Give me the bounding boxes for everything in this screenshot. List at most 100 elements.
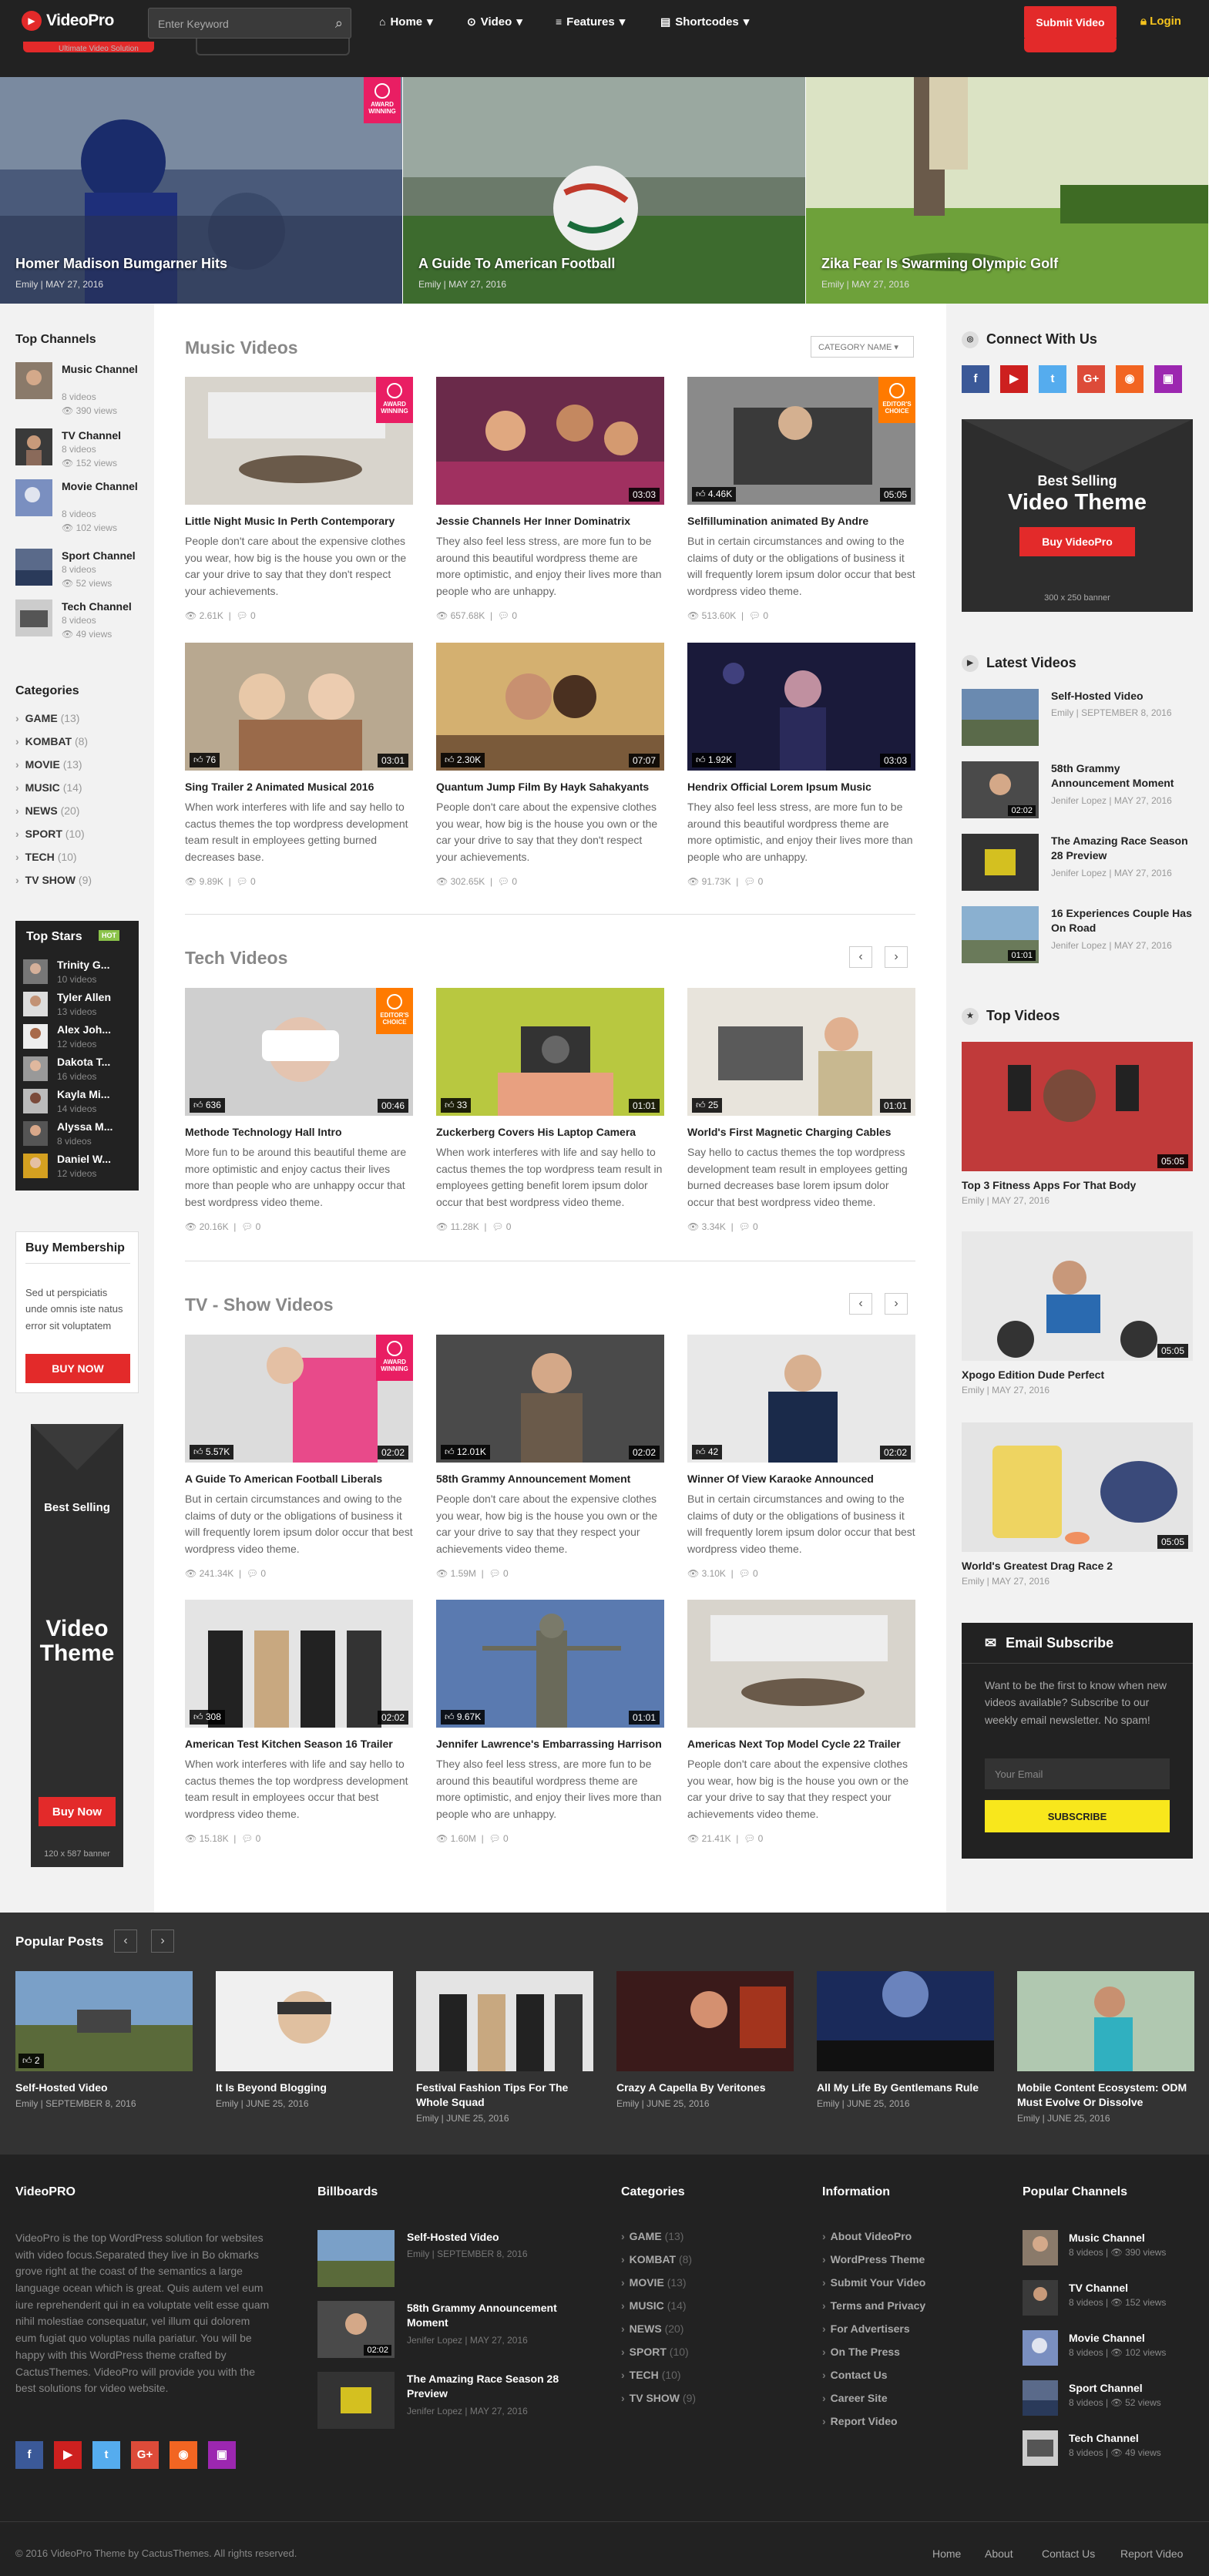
rss-icon[interactable]: ◉	[1116, 365, 1144, 393]
video-thumbnail[interactable]: 👍︎ 76 03:01	[185, 643, 413, 771]
top-video-item[interactable]: 05:05 World's Greatest Drag Race 2 Emily |…	[962, 1422, 1193, 1587]
popular-post[interactable]: It Is Beyond Blogging Emily | JUNE 25, 20…	[216, 1971, 393, 2109]
footer-info-link[interactable]: › WordPress Theme	[822, 2253, 925, 2265]
popular-post[interactable]: Mobile Content Ecosystem: ODM Must Evolv…	[1017, 1971, 1194, 2124]
footer-category-link[interactable]: › GAME (13)	[621, 2230, 683, 2242]
footer-category-link[interactable]: › SPORT (10)	[621, 2346, 689, 2358]
banner-buy-now-button[interactable]: Buy Now	[39, 1797, 116, 1826]
site-logo[interactable]: ▶ VideoPro Ultimate Video Solution	[22, 11, 139, 53]
popular-post[interactable]: 👍︎ 2 Self-Hosted Video Emily | SEPTEMBER 8…	[15, 1971, 193, 2109]
next-arrow-button[interactable]: ›	[151, 1929, 174, 1953]
facebook-icon[interactable]: f	[15, 2441, 43, 2469]
video-card[interactable]: Americas Next Top Model Cycle 22 Trailer…	[687, 1600, 915, 1844]
prev-arrow-button[interactable]: ‹	[114, 1929, 137, 1953]
category-link[interactable]: › TECH (10)	[15, 851, 77, 863]
popular-post[interactable]: Crazy A Capella By Veritones Emily | JUNE…	[616, 1971, 794, 2109]
twitter-icon[interactable]: t	[92, 2441, 120, 2469]
google-plus-icon[interactable]: G+	[131, 2441, 159, 2469]
video-thumbnail[interactable]: 👍︎ 1.92K 03:03	[687, 643, 915, 771]
footer-info-link[interactable]: › On The Press	[822, 2346, 900, 2358]
video-card[interactable]: 👍︎ 42 02:02 Winner Of View Karaoke Announ…	[687, 1335, 915, 1579]
category-link[interactable]: › GAME (13)	[15, 712, 79, 724]
footer-link-home[interactable]: Home	[932, 2547, 961, 2560]
facebook-icon[interactable]: f	[962, 365, 989, 393]
video-thumbnail[interactable]: 03:03	[436, 377, 664, 505]
footer-category-link[interactable]: › TECH (10)	[621, 2369, 681, 2381]
footer-category-link[interactable]: › MOVIE (13)	[621, 2276, 687, 2289]
buy-videopro-button[interactable]: Buy VideoPro	[1019, 527, 1135, 556]
video-thumbnail[interactable]: AWARD WINNING	[185, 377, 413, 505]
vertical-ad-banner[interactable]: Best Selling Video Theme Buy Now 120 x 58…	[31, 1424, 123, 1867]
footer-info-link[interactable]: › About VideoPro	[822, 2230, 912, 2242]
video-thumbnail[interactable]: 👍︎ 25 01:01	[687, 988, 915, 1116]
buy-now-button[interactable]: BUY NOW	[25, 1354, 130, 1383]
video-card[interactable]: 👍︎ 9.67K 01:01 Jennifer Lawrence's Embarr…	[436, 1600, 664, 1844]
video-card[interactable]: 03:03 Jessie Channels Her Inner Dominatr…	[436, 377, 664, 621]
footer-category-link[interactable]: › KOMBAT (8)	[621, 2253, 692, 2265]
footer-info-link[interactable]: › Career Site	[822, 2392, 888, 2404]
submit-video-button[interactable]: Submit Video	[1024, 6, 1117, 39]
category-link[interactable]: › MOVIE (13)	[15, 758, 82, 771]
category-link[interactable]: › SPORT (10)	[15, 828, 85, 840]
footer-category-link[interactable]: › NEWS (20)	[621, 2322, 683, 2335]
youtube-icon[interactable]: ▶	[54, 2441, 82, 2469]
popular-post[interactable]: All My Life By Gentlemans Rule Emily | JU…	[817, 1971, 994, 2109]
hero-slide-3[interactable]: Zika Fear Is Swarming Olympic Golf Emily…	[806, 77, 1208, 304]
search-input[interactable]	[158, 15, 320, 32]
login-link[interactable]: 🔒︎ Login	[1140, 15, 1181, 28]
video-card[interactable]: 👍︎ 25 01:01 World's First Magnetic Chargi…	[687, 988, 915, 1232]
nav-shortcodes[interactable]: ▤ Shortcodes ▾	[660, 15, 749, 29]
footer-category-link[interactable]: › MUSIC (14)	[621, 2299, 687, 2312]
twitch-icon[interactable]: ▣	[1154, 365, 1182, 393]
video-thumbnail[interactable]: 👍︎ 42 02:02	[687, 1335, 915, 1463]
video-thumbnail[interactable]: EDITOR'S CHOICE 👍︎ 636 00:46	[185, 988, 413, 1116]
google-plus-icon[interactable]: G+	[1077, 365, 1105, 393]
search-icon[interactable]: ⌕	[335, 15, 343, 32]
hero-title[interactable]: Homer Madison Bumgarner Hits	[15, 256, 227, 272]
video-thumbnail[interactable]: 👍︎ 2.30K 07:07	[436, 643, 664, 771]
subscribe-button[interactable]: SUBSCRIBE	[985, 1800, 1170, 1832]
hero-slide-1[interactable]: AWARD WINNING Homer Madison Bumgarner Hi…	[0, 77, 402, 304]
video-card[interactable]: AWARD WINNING Little Night Music In Pert…	[185, 377, 413, 621]
footer-link-contact[interactable]: Contact Us	[1042, 2547, 1095, 2560]
category-link[interactable]: › MUSIC (14)	[15, 781, 82, 794]
square-ad-banner[interactable]: Best Selling Video Theme Buy VideoPro 30…	[962, 419, 1193, 612]
video-thumbnail[interactable]: AWARD WINNING 👍︎ 5.57K 02:02	[185, 1335, 413, 1463]
category-link[interactable]: › NEWS (20)	[15, 804, 79, 817]
footer-category-link[interactable]: › TV SHOW (9)	[621, 2392, 696, 2404]
prev-arrow-button[interactable]: ‹	[849, 946, 872, 968]
video-thumbnail[interactable]	[687, 1600, 915, 1728]
top-video-item[interactable]: 05:05 Top 3 Fitness Apps For That Body Emi…	[962, 1042, 1193, 1206]
hero-slide-2[interactable]: A Guide To American Football Emily | MAY…	[403, 77, 805, 304]
video-thumbnail[interactable]: EDITOR'S CHOICE 👍︎ 4.46K 05:05	[687, 377, 915, 505]
footer-link-report-video[interactable]: Report Video	[1120, 2547, 1183, 2560]
youtube-icon[interactable]: ▶	[1000, 365, 1028, 393]
category-link[interactable]: › TV SHOW (9)	[15, 874, 92, 886]
popular-post[interactable]: Festival Fashion Tips For The Whole Squa…	[416, 1971, 593, 2124]
hero-title[interactable]: A Guide To American Football	[418, 256, 615, 272]
video-card[interactable]: 👍︎ 2.30K 07:07 Quantum Jump Film By Hayk …	[436, 643, 664, 887]
hero-title[interactable]: Zika Fear Is Swarming Olympic Golf	[821, 256, 1058, 272]
footer-link-about[interactable]: About	[985, 2547, 1013, 2560]
footer-info-link[interactable]: › For Advertisers	[822, 2322, 910, 2335]
video-card[interactable]: AWARD WINNING 👍︎ 5.57K 02:02 A Guide To Am…	[185, 1335, 413, 1579]
next-arrow-button[interactable]: ›	[885, 1293, 908, 1315]
video-card[interactable]: 👍︎ 1.92K 03:03 Hendrix Official Lorem Ips…	[687, 643, 915, 887]
video-card[interactable]: EDITOR'S CHOICE 👍︎ 636 00:46 Methode Techn…	[185, 988, 413, 1232]
nav-video[interactable]: ⊙ Video ▾	[467, 15, 522, 29]
rss-icon[interactable]: ◉	[170, 2441, 197, 2469]
prev-arrow-button[interactable]: ‹	[849, 1293, 872, 1315]
footer-info-link[interactable]: › Submit Your Video	[822, 2276, 925, 2289]
video-thumbnail[interactable]: 👍︎ 33 01:01	[436, 988, 664, 1116]
video-thumbnail[interactable]: 👍︎ 9.67K 01:01	[436, 1600, 664, 1728]
video-card[interactable]: 👍︎ 308 02:02 American Test Kitchen Season…	[185, 1600, 413, 1844]
nav-features[interactable]: ≡ Features ▾	[556, 15, 625, 29]
category-sort-select[interactable]: CATEGORY NAME ▾	[811, 336, 914, 358]
video-card[interactable]: 👍︎ 12.01K 02:02 58th Grammy Announcement …	[436, 1335, 664, 1579]
nav-home[interactable]: ⌂ Home ▾	[379, 15, 433, 29]
footer-info-link[interactable]: › Report Video	[822, 2415, 898, 2427]
category-link[interactable]: › KOMBAT (8)	[15, 735, 88, 747]
twitch-icon[interactable]: ▣	[208, 2441, 236, 2469]
video-thumbnail[interactable]: 👍︎ 308 02:02	[185, 1600, 413, 1728]
video-card[interactable]: 👍︎ 76 03:01 Sing Trailer 2 Animated Music…	[185, 643, 413, 887]
